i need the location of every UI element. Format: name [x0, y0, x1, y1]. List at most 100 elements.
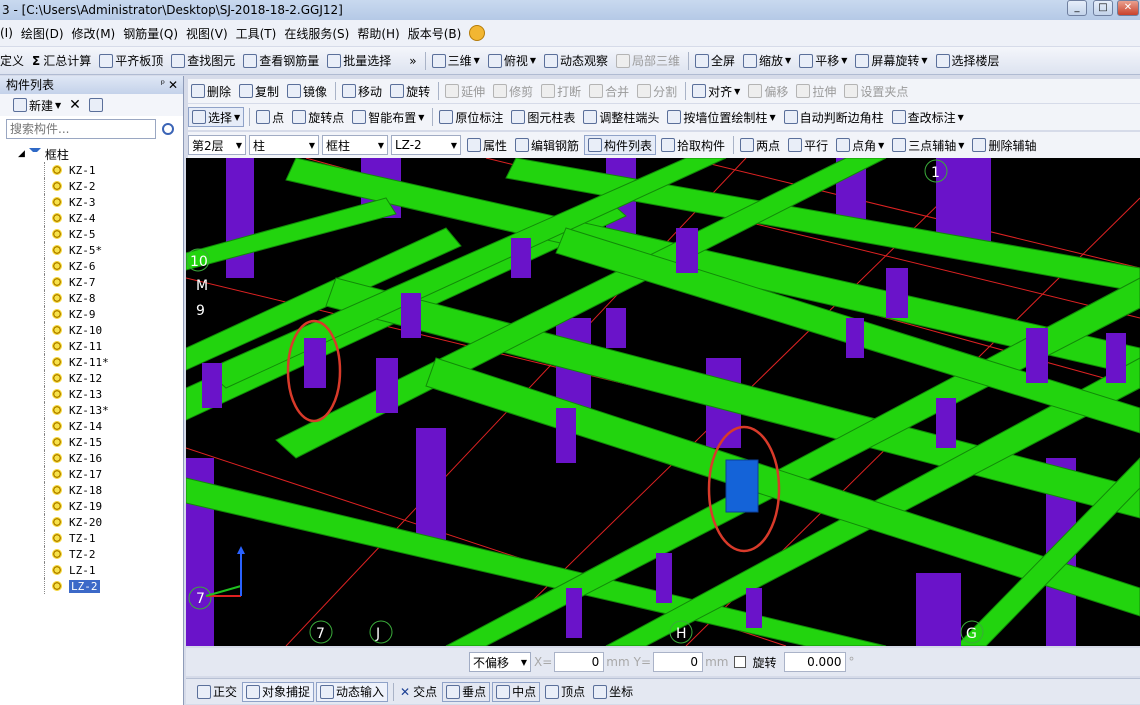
align-slab-button[interactable]: 平齐板顶 [96, 51, 166, 71]
align-button[interactable]: 对齐 ▼ [689, 81, 743, 101]
type-select[interactable]: 框柱 ▼ [322, 135, 388, 155]
tree-item[interactable]: KZ-8 [0, 290, 183, 306]
menu-item-help[interactable]: 帮助(H) [353, 25, 403, 42]
break-button[interactable]: 打断 [538, 81, 584, 101]
two-points-button[interactable]: 两点 [737, 135, 783, 155]
tree-item[interactable]: KZ-13* [0, 402, 183, 418]
menu-item-online[interactable]: 在线服务(S) [280, 25, 353, 42]
offset-mode-select[interactable]: 不偏移 ▼ [469, 652, 531, 672]
delete-axis-button[interactable]: 删除辅轴 [969, 135, 1039, 155]
category-select[interactable]: 柱 ▼ [249, 135, 319, 155]
component-list-button[interactable]: 构件列表 [584, 135, 657, 155]
menu-item-rebar[interactable]: 钢筋量(Q) [119, 25, 182, 42]
tree-item[interactable]: KZ-14 [0, 418, 183, 434]
pin-icon[interactable]: ᵖ [161, 76, 165, 94]
rotate-button[interactable]: 旋转 [387, 81, 433, 101]
split-button[interactable]: 分割 [634, 81, 680, 101]
minimize-button[interactable]: _ [1067, 0, 1087, 16]
close-window-button[interactable]: ✕ [1117, 0, 1139, 16]
tree-item[interactable]: KZ-20 [0, 514, 183, 530]
mirror-button[interactable]: 镜像 [284, 81, 330, 101]
tree-item[interactable]: KZ-3 [0, 194, 183, 210]
tree-item[interactable]: KZ-13 [0, 386, 183, 402]
model-scene[interactable]: 10 M 9 1 7 J H G 7 [186, 158, 1140, 646]
midpoint-snap[interactable]: 中点 [492, 681, 541, 702]
tree-item[interactable]: KZ-1 [0, 162, 183, 178]
tree-item[interactable]: KZ-18 [0, 482, 183, 498]
rotate-checkbox[interactable] [734, 656, 747, 668]
component-select[interactable]: LZ-2 ▼ [391, 135, 461, 155]
copy-button[interactable]: 复制 [236, 81, 282, 101]
y-input[interactable]: 0 [653, 652, 704, 672]
floor-select[interactable]: 第2层 ▼ [188, 135, 246, 155]
tree-item[interactable]: LZ-1 [0, 562, 183, 578]
selected-column-lz2[interactable] [725, 459, 759, 513]
panel-close-icon[interactable]: ✕ [168, 76, 178, 94]
search-icon[interactable] [162, 123, 174, 135]
merge-button[interactable]: 合并 [586, 81, 632, 101]
menu-item-version[interactable]: 版本号(B) [404, 25, 466, 42]
maximize-button[interactable]: □ [1093, 0, 1113, 16]
edit-label-button[interactable]: 查改标注 ▼ [889, 107, 967, 127]
zoom-button[interactable]: 缩放 ▼ [740, 51, 794, 71]
property-button[interactable]: 属性 [464, 135, 510, 155]
x-input[interactable]: 0 [554, 652, 605, 672]
tree-item[interactable]: KZ-15 [0, 434, 183, 450]
batch-select-button[interactable]: 批量选择 [324, 51, 394, 71]
delete-button[interactable]: 删除 [188, 81, 234, 101]
collapse-icon[interactable]: ◢ [18, 149, 25, 159]
edit-rebar-button[interactable]: 编辑钢筋 [512, 135, 582, 155]
vertex-snap[interactable]: 顶点 [542, 682, 588, 702]
view3d-button[interactable]: 三维 ▼ [429, 51, 483, 71]
copy-component-button[interactable] [86, 95, 108, 115]
tree-item[interactable]: TZ-1 [0, 530, 183, 546]
trim-button[interactable]: 修剪 [490, 81, 536, 101]
define-button[interactable]: 定义 [0, 51, 27, 71]
tree-item[interactable]: KZ-17 [0, 466, 183, 482]
intersection-snap[interactable]: ✕ 交点 [397, 682, 440, 702]
tree-item[interactable]: KZ-4 [0, 210, 183, 226]
tree-item[interactable]: KZ-5* [0, 242, 183, 258]
move-button[interactable]: 移动 [339, 81, 385, 101]
tree-item[interactable]: KZ-11 [0, 338, 183, 354]
3d-viewport[interactable]: 10 M 9 1 7 J H G 7 [186, 158, 1140, 646]
perpendicular-snap[interactable]: 垂点 [442, 681, 491, 702]
fullscreen-button[interactable]: 全屏 [692, 51, 738, 71]
select-button[interactable]: 选择 ▼ [188, 107, 245, 127]
ortho-toggle[interactable]: 正交 [194, 682, 240, 702]
rotate-input[interactable]: 0.000 [784, 652, 847, 672]
toolbar-overflow[interactable]: » [406, 51, 419, 71]
tree-item[interactable]: KZ-6 [0, 258, 183, 274]
smart-layout-button[interactable]: 智能布置 ▼ [349, 107, 427, 127]
stretch-button[interactable]: 拉伸 [793, 81, 839, 101]
screen-rotate-button[interactable]: 屏幕旋转 ▼ [852, 51, 930, 71]
pan-button[interactable]: 平移 ▼ [796, 51, 850, 71]
menu-item-draw[interactable]: 绘图(D) [17, 25, 68, 42]
search-input[interactable] [6, 119, 156, 139]
menu-item-view[interactable]: 视图(V) [182, 25, 232, 42]
local3d-button[interactable]: 局部三维 [613, 51, 683, 71]
point-angle-button[interactable]: 点角 ▼ [833, 135, 887, 155]
extend-button[interactable]: 延伸 [442, 81, 488, 101]
tree-item[interactable]: KZ-19 [0, 498, 183, 514]
set-grip-button[interactable]: 设置夹点 [841, 81, 911, 101]
tree-item[interactable]: KZ-10 [0, 322, 183, 338]
adjust-column-end-button[interactable]: 调整柱端头 [580, 107, 662, 127]
dynamic-input-toggle[interactable]: 动态输入 [316, 681, 389, 702]
pick-component-button[interactable]: 拾取构件 [658, 135, 728, 155]
offset-button[interactable]: 偏移 [745, 81, 791, 101]
delete-component-button[interactable]: ✕ [66, 95, 84, 115]
tree-item[interactable]: KZ-9 [0, 306, 183, 322]
tree-item[interactable]: KZ-2 [0, 178, 183, 194]
sum-calc-button[interactable]: Σ 汇总计算 [29, 51, 94, 71]
tree-item[interactable]: TZ-2 [0, 546, 183, 562]
point-button[interactable]: 点 [253, 107, 287, 127]
find-element-button[interactable]: 查找图元 [168, 51, 238, 71]
original-label-button[interactable]: 原位标注 [436, 107, 506, 127]
coordinate-snap[interactable]: 坐标 [590, 682, 636, 702]
new-component-button[interactable]: 新建 ▼ [10, 95, 64, 115]
tree-item[interactable]: KZ-5 [0, 226, 183, 242]
tree-root-column[interactable]: ◢ 框柱 [0, 146, 183, 162]
menu-item-i[interactable]: (I) [0, 26, 17, 40]
tree-item[interactable]: KZ-7 [0, 274, 183, 290]
